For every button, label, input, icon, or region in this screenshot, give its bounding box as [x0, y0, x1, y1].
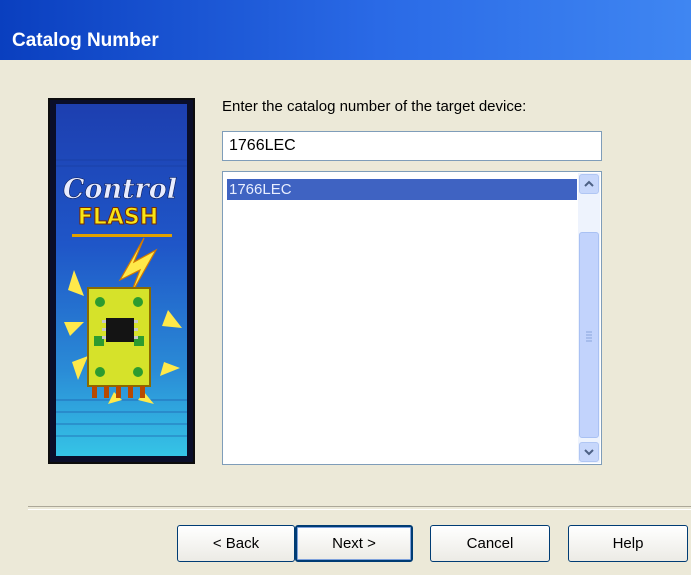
catalog-listbox[interactable]: 1766LEC	[222, 171, 602, 465]
window-title: Catalog Number	[12, 30, 159, 51]
controlflash-logo: Control FLASH	[48, 98, 195, 464]
list-item-selected[interactable]: 1766LEC	[227, 179, 577, 200]
cancel-button[interactable]: Cancel	[430, 525, 550, 562]
logo-text-control: Control	[63, 174, 177, 205]
catalog-prompt-label: Enter the catalog number of the target d…	[222, 98, 527, 115]
back-button[interactable]: < Back	[177, 525, 295, 562]
footer-divider	[28, 506, 691, 510]
chevron-down-icon	[584, 449, 594, 456]
next-button[interactable]: Next >	[295, 525, 413, 562]
list-scrollbar[interactable]	[578, 173, 600, 463]
scroll-thumb[interactable]	[579, 232, 599, 438]
chevron-up-icon	[584, 180, 594, 187]
catalog-number-input[interactable]	[222, 131, 602, 161]
grip-icon	[586, 331, 592, 342]
scroll-down-button[interactable]	[579, 442, 599, 462]
help-button[interactable]: Help	[568, 525, 688, 562]
logo-text-flash: FLASH	[78, 205, 158, 230]
title-bar: Catalog Number	[0, 0, 691, 60]
scroll-up-button[interactable]	[579, 174, 599, 194]
